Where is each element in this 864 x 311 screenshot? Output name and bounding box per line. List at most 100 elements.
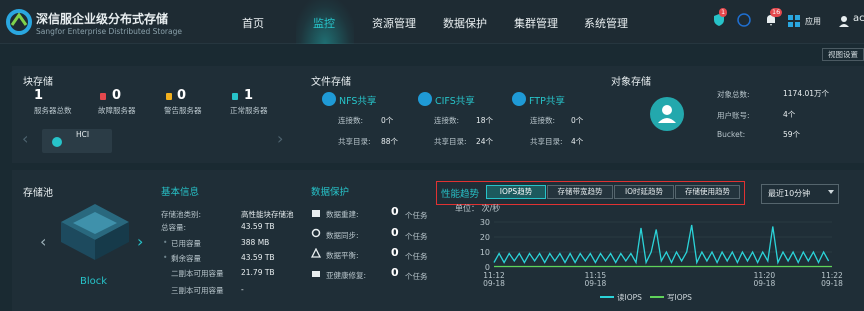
server-total-label: 服务器总数 — [34, 106, 72, 115]
data-protection-title: 数据保护 — [311, 187, 350, 198]
x-tick-date: 09-18 — [585, 279, 607, 288]
tab-usage[interactable]: 存储使用趋势 — [675, 185, 740, 199]
user-icon[interactable] — [838, 15, 850, 27]
bullet-dot: • — [163, 238, 168, 247]
pool-prev-icon[interactable]: ‹ — [40, 232, 46, 251]
nfs-dir-value: 88个 — [381, 137, 399, 146]
nav-system[interactable]: 系统管理 — [584, 15, 628, 31]
chart-unit-label: 单位： 次/秒 — [455, 203, 500, 213]
faulty-icon — [100, 93, 106, 100]
user-name[interactable]: ac — [853, 13, 864, 24]
rebuild-label: 数据重建: — [326, 210, 359, 219]
basic-row-label: 剩余容量 — [171, 254, 201, 263]
nav-monitor[interactable]: 监控 — [313, 15, 335, 31]
brand-subtitle: Sangfor Enterprise Distributed Storage — [36, 27, 182, 36]
warning-label: 警告服务器 — [164, 106, 202, 115]
balance-icon — [311, 248, 321, 258]
cifs-dir-value: 24个 — [476, 137, 494, 146]
sync-value: 0 — [391, 226, 399, 239]
object-total-value: 1174.01万个 — [783, 89, 830, 98]
pool-name: Block — [80, 276, 108, 287]
rebuild-value: 0 — [391, 205, 399, 218]
block-pool-icon — [61, 204, 129, 260]
chevron-right-icon[interactable]: › — [277, 129, 283, 148]
balance-value: 0 — [391, 246, 399, 259]
normal-value: 1 — [244, 88, 254, 103]
rebuild-icon — [312, 210, 320, 217]
x-tick-date: 09-18 — [821, 279, 843, 288]
basic-row-label: 已用容量 — [171, 239, 201, 248]
ftp-conn-value: 0个 — [571, 116, 584, 125]
apps-icon[interactable] — [788, 15, 800, 27]
legend-label: 读IOPS — [617, 292, 642, 302]
object-bucket-value: 59个 — [783, 130, 801, 139]
repair-value: 0 — [391, 266, 399, 279]
trend-title: 性能趋势 — [441, 189, 480, 200]
tab-latency[interactable]: IO时延趋势 — [614, 185, 674, 199]
chevron-down-icon — [828, 190, 834, 194]
sync-unit: 个任务 — [405, 232, 428, 241]
cifs-conn-label: 连接数: — [434, 116, 460, 125]
basic-row-value: 43.59 TB — [241, 253, 275, 262]
faulty-label: 故障服务器 — [98, 106, 136, 115]
sync-label: 数据同步: — [326, 231, 359, 240]
ftp-conn-label: 连接数: — [530, 116, 556, 125]
server-total-value: 1 — [34, 88, 44, 103]
warning-value: 0 — [177, 88, 187, 103]
cifs-icon — [418, 92, 432, 106]
top-bar: 深信服企业级分布式存储 Sangfor Enterprise Distribut… — [0, 0, 864, 44]
rebuild-unit: 个任务 — [405, 211, 428, 220]
object-storage-title: 对象存储 — [611, 77, 651, 88]
ftp-icon — [512, 92, 526, 106]
basic-row-value: 388 MB — [241, 238, 270, 247]
nav-resource[interactable]: 资源管理 — [372, 15, 416, 31]
ftp-label[interactable]: FTP共享 — [529, 93, 565, 107]
ftp-dir-label: 共享目录: — [530, 137, 563, 146]
sangfor-logo — [6, 9, 32, 35]
normal-icon — [232, 93, 238, 100]
view-settings-button[interactable]: 视图设置 — [822, 48, 864, 61]
bell-badge: 16 — [770, 8, 783, 17]
object-users-value: 4个 — [783, 110, 796, 119]
globe-icon[interactable] — [737, 13, 751, 27]
brand-name: 深信服企业级分布式存储 — [36, 12, 169, 26]
block-storage-title: 块存储 — [23, 77, 53, 88]
balance-label: 数据平衡: — [326, 251, 359, 260]
file-storage-title: 文件存储 — [311, 77, 351, 88]
nfs-dir-label: 共享目录: — [338, 137, 371, 146]
pool-next-icon[interactable]: › — [137, 232, 143, 251]
x-tick-date: 09-18 — [483, 279, 505, 288]
hci-card[interactable]: HCI — [42, 129, 112, 153]
object-bucket-label: Bucket: — [717, 130, 746, 139]
tab-iops[interactable]: IOPS趋势 — [486, 185, 546, 199]
shield-badge: 1 — [719, 8, 728, 17]
hci-label: HCI — [76, 130, 90, 139]
normal-label: 正常服务器 — [230, 106, 268, 115]
nav-cluster[interactable]: 集群管理 — [514, 15, 558, 31]
x-tick-date: 09-18 — [754, 279, 776, 288]
nfs-icon — [322, 92, 336, 106]
nfs-conn-value: 0个 — [381, 116, 394, 125]
balance-unit: 个任务 — [405, 252, 428, 261]
legend-label: 写IOPS — [667, 293, 692, 302]
nav-data-protection[interactable]: 数据保护 — [443, 15, 487, 31]
nfs-label[interactable]: NFS共享 — [339, 93, 376, 107]
basic-row-value: - — [241, 285, 244, 294]
faulty-value: 0 — [112, 88, 122, 103]
tab-bandwidth[interactable]: 存储带宽趋势 — [547, 185, 613, 199]
storage-pool-title: 存储池 — [23, 188, 53, 199]
apps-label[interactable]: 应用 — [805, 16, 821, 27]
cifs-label[interactable]: CIFS共享 — [435, 93, 475, 107]
nfs-conn-label: 连接数: — [338, 116, 364, 125]
nav-home[interactable]: 首页 — [242, 15, 264, 31]
basic-row-label: 存储池类别: — [161, 210, 202, 219]
chevron-left-icon[interactable]: ‹ — [22, 129, 28, 148]
repair-unit: 个任务 — [405, 272, 428, 281]
warning-icon — [166, 93, 172, 100]
ftp-dir-value: 4个 — [571, 137, 584, 146]
basic-row-value: 43.59 TB — [241, 222, 275, 231]
series-line-read-iops — [493, 224, 830, 265]
hci-icon — [52, 137, 62, 147]
basic-row-label: 二副本可用容量 — [171, 269, 224, 278]
basic-row-value: 高性能块存储池 — [241, 210, 294, 219]
